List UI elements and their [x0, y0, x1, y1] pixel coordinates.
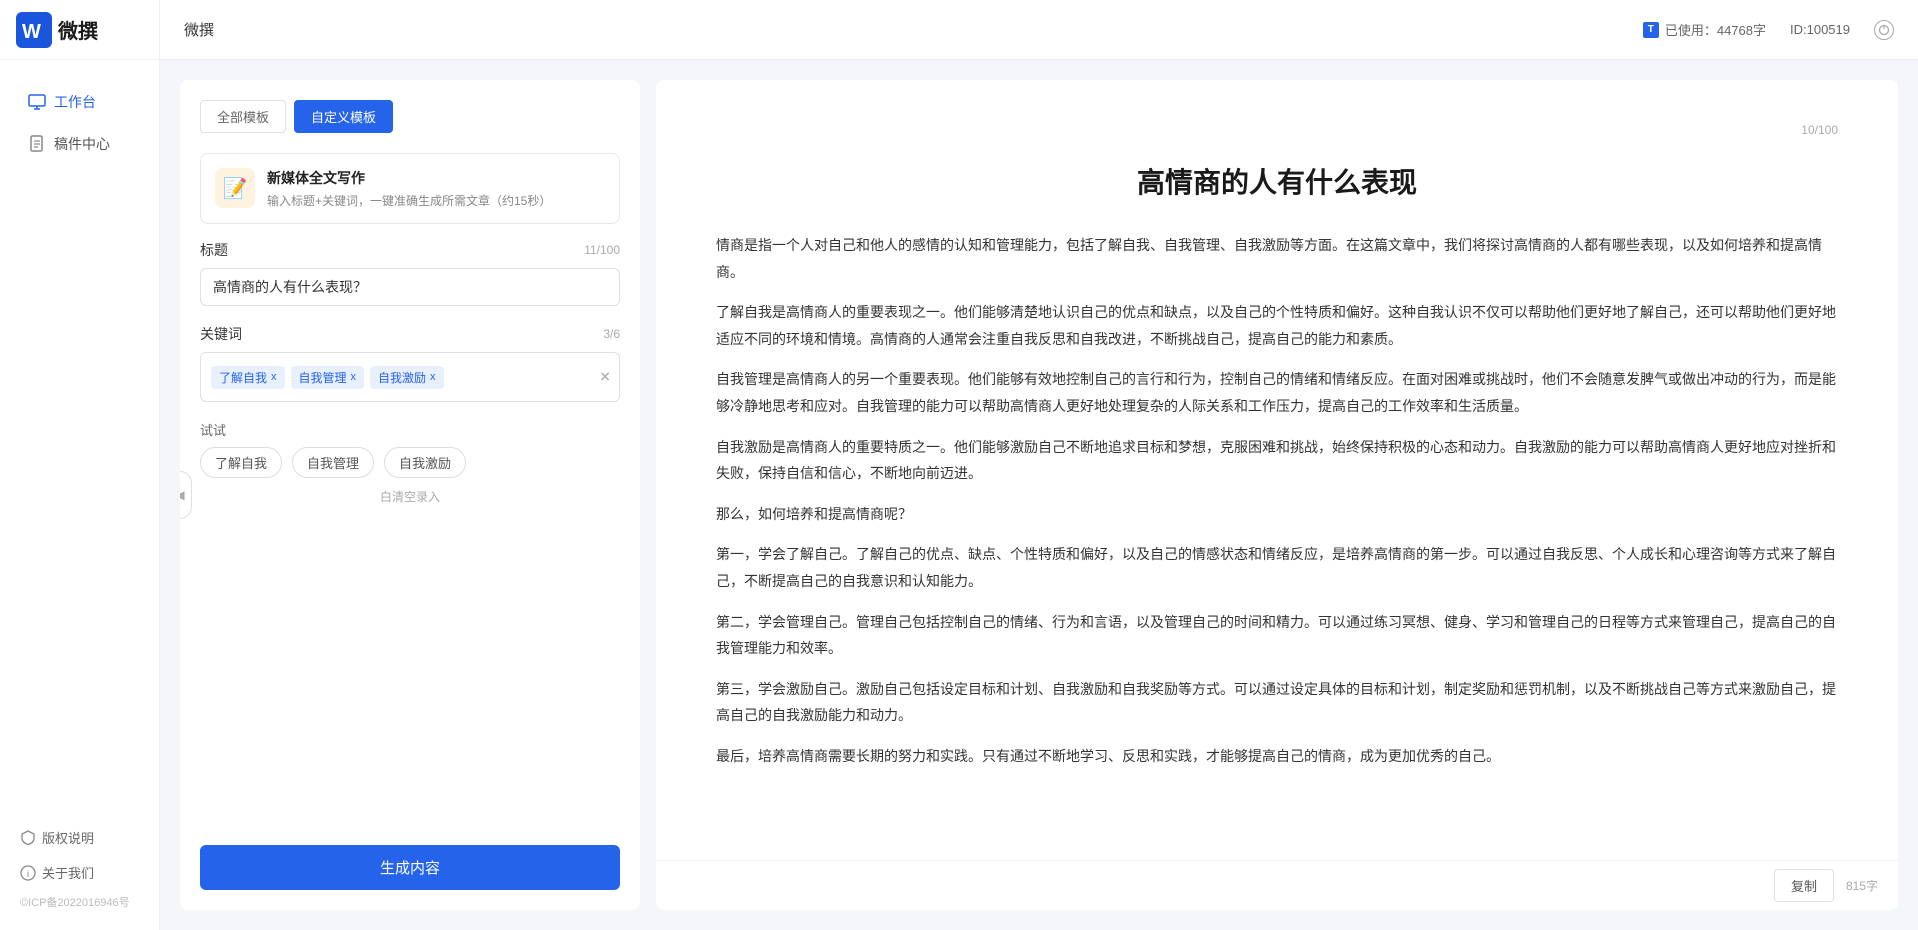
template-tabs: 全部模板 自定义模板 — [200, 100, 620, 133]
drafts-label: 稿件中心 — [54, 134, 110, 154]
try-section: 试试 了解自我 自我管理 自我激励 白清空录入 — [200, 420, 620, 505]
right-bottom-bar: 复制 815字 — [656, 860, 1898, 910]
article-paragraph-7: 第三，学会激励自己。激励自己包括设定目标和计划、自我激励和自我奖励等方式。可以通… — [716, 676, 1838, 729]
article-paragraph-2: 自我管理是高情商人的另一个重要表现。他们能够有效地控制自己的言行和行为，控制自己… — [716, 366, 1838, 419]
clear-text[interactable]: 白清空录入 — [200, 488, 620, 505]
keyword-remove-1[interactable]: x — [271, 371, 277, 383]
usage-label: 已使用：44768字 — [1665, 20, 1766, 39]
title-input[interactable] — [200, 268, 620, 306]
icp-text: ©ICP备2022016946号 — [8, 890, 151, 914]
header-right: T 已使用：44768字 ID:100519 — [1643, 20, 1894, 40]
tab-all-templates[interactable]: 全部模板 — [200, 100, 286, 133]
main: 微撰 T 已使用：44768字 ID:100519 ◀ 全部模板 自定义 — [160, 0, 1918, 930]
id-label: ID:100519 — [1790, 22, 1850, 37]
try-tag-3[interactable]: 自我激励 — [384, 447, 466, 478]
right-panel: 10/100 高情商的人有什么表现 情商是指一个人对自己和他人的感情的认知和管理… — [656, 80, 1898, 910]
sidebar-bottom: 版权说明 i 关于我们 ©ICP备2022016946号 — [0, 804, 159, 930]
info-icon: i — [20, 865, 36, 881]
keyword-remove-2[interactable]: x — [351, 371, 357, 383]
keywords-counter: 3/6 — [603, 327, 620, 341]
logo: W 微撰 — [0, 0, 159, 60]
keywords-section: 关键词 3/6 了解自我 x 自我管理 x 自我激励 x — [200, 324, 620, 402]
header-title: 微撰 — [184, 19, 214, 40]
try-label: 试试 — [200, 420, 620, 439]
keyword-remove-3[interactable]: x — [430, 371, 436, 383]
content-area: ◀ 全部模板 自定义模板 📝 新媒体全文写作 输入标题+关键词，一键准确生成所需… — [160, 60, 1918, 930]
collapse-toggle[interactable]: ◀ — [180, 471, 192, 519]
svg-text:i: i — [27, 869, 29, 879]
template-icon: 📝 — [215, 168, 255, 208]
article-paragraph-4: 那么，如何培养和提高情商呢？ — [716, 501, 1838, 528]
article-body: 情商是指一个人对自己和他人的感情的认知和管理能力，包括了解自我、自我管理、自我激… — [716, 232, 1838, 770]
workbench-label: 工作台 — [54, 92, 96, 112]
usage-icon: T — [1643, 22, 1659, 38]
shield-icon — [20, 830, 36, 846]
title-label: 标题 — [200, 240, 228, 260]
article-content: 10/100 高情商的人有什么表现 情商是指一个人对自己和他人的感情的认知和管理… — [656, 80, 1898, 860]
power-icon — [1878, 24, 1890, 36]
keywords-label: 关键词 — [200, 324, 242, 344]
article-paragraph-6: 第二，学会管理自己。管理自己包括控制自己的情绪、行为和言语，以及管理自己的时间和… — [716, 609, 1838, 662]
keywords-box[interactable]: 了解自我 x 自我管理 x 自我激励 x ✕ — [200, 352, 620, 402]
keyword-tag-1[interactable]: 了解自我 x — [211, 366, 285, 389]
svg-text:W: W — [22, 21, 41, 43]
about-item[interactable]: i 关于我们 — [8, 855, 151, 890]
template-name: 新媒体全文写作 — [267, 168, 551, 188]
copy-button[interactable]: 复制 — [1774, 869, 1834, 902]
template-info: 新媒体全文写作 输入标题+关键词，一键准确生成所需文章（约15秒） — [267, 168, 551, 209]
article-paragraph-3: 自我激励是高情商人的重要特质之一。他们能够激励自己不断地追求目标和梦想，克服困难… — [716, 434, 1838, 487]
try-tags: 了解自我 自我管理 自我激励 — [200, 447, 620, 478]
power-button[interactable] — [1874, 20, 1894, 40]
copyright-label: 版权说明 — [42, 828, 94, 847]
article-word-count: 10/100 — [716, 120, 1838, 142]
top-header: 微撰 T 已使用：44768字 ID:100519 — [160, 0, 1918, 60]
article-paragraph-8: 最后，培养高情商需要长期的努力和实践。只有通过不断地学习、反思和实践，才能够提高… — [716, 743, 1838, 770]
usage-info: T 已使用：44768字 — [1643, 20, 1766, 39]
article-paragraph-5: 第一，学会了解自己。了解自己的优点、缺点、个性特质和偏好，以及自己的情感状态和情… — [716, 541, 1838, 594]
try-tag-2[interactable]: 自我管理 — [292, 447, 374, 478]
tab-custom-templates[interactable]: 自定义模板 — [294, 100, 393, 133]
title-counter: 11/100 — [584, 243, 620, 257]
title-section: 标题 11/100 — [200, 240, 620, 306]
about-label: 关于我们 — [42, 863, 94, 882]
template-desc: 输入标题+关键词，一键准确生成所需文章（约15秒） — [267, 192, 551, 209]
template-card[interactable]: 📝 新媒体全文写作 输入标题+关键词，一键准确生成所需文章（约15秒） — [200, 153, 620, 224]
sidebar: W 微撰 工作台 稿件中心 版权说明 — [0, 0, 160, 930]
file-icon — [28, 135, 46, 153]
keyword-tag-2[interactable]: 自我管理 x — [291, 366, 365, 389]
keywords-clear-btn[interactable]: ✕ — [599, 369, 611, 386]
logo-icon: W — [16, 12, 52, 48]
article-paragraph-0: 情商是指一个人对自己和他人的感情的认知和管理能力，包括了解自我、自我管理、自我激… — [716, 232, 1838, 285]
article-paragraph-1: 了解自我是高情商人的重要表现之一。他们能够清楚地认识自己的优点和缺点，以及自己的… — [716, 299, 1838, 352]
try-tag-1[interactable]: 了解自我 — [200, 447, 282, 478]
copyright-item[interactable]: 版权说明 — [8, 820, 151, 855]
bottom-word-count: 815字 — [1846, 877, 1878, 894]
sidebar-nav: 工作台 稿件中心 — [0, 60, 159, 804]
article-title: 高情商的人有什么表现 — [716, 158, 1838, 208]
keyword-tag-3[interactable]: 自我激励 x — [370, 366, 444, 389]
sidebar-item-drafts[interactable]: 稿件中心 — [8, 124, 151, 164]
sidebar-item-workbench[interactable]: 工作台 — [8, 82, 151, 122]
logo-text: 微撰 — [58, 15, 98, 44]
monitor-icon — [28, 93, 46, 111]
left-panel: ◀ 全部模板 自定义模板 📝 新媒体全文写作 输入标题+关键词，一键准确生成所需… — [180, 80, 640, 910]
generate-button[interactable]: 生成内容 — [200, 845, 620, 890]
